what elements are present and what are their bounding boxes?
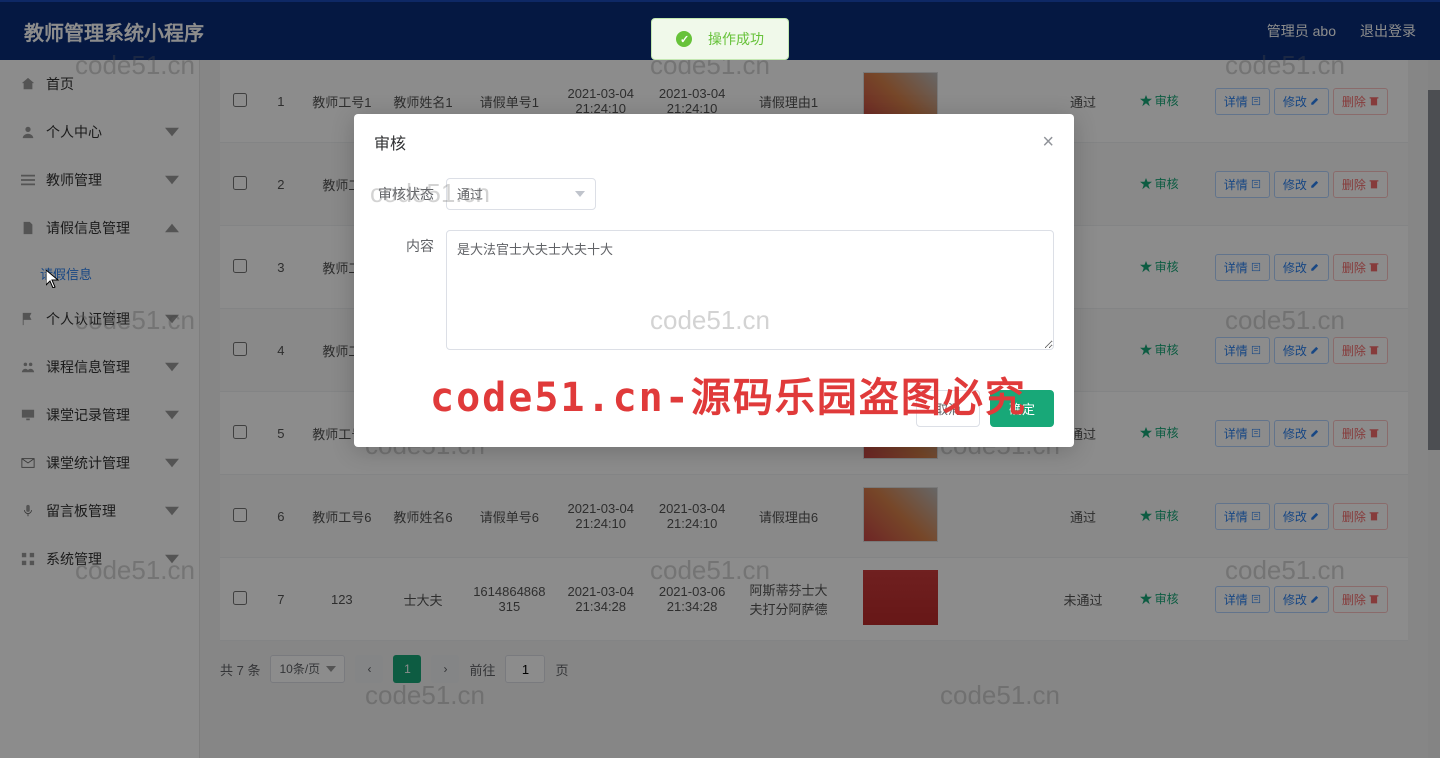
content-textarea[interactable]: 是大法官士大夫士大夫十大 (446, 230, 1054, 350)
status-label: 审核状态 (374, 178, 446, 210)
success-toast: 操作成功 (651, 18, 789, 60)
cursor-icon (46, 270, 60, 288)
confirm-button[interactable]: 确定 (990, 390, 1054, 427)
modal-close-button[interactable]: × (1042, 131, 1054, 154)
content-label: 内容 (374, 230, 446, 262)
modal-title: 审核 (374, 130, 406, 154)
cancel-button[interactable]: 取消 (916, 390, 980, 427)
audit-modal: 审核 × 审核状态 通过 内容 是大法官士大夫士大夫十大 取消 确定 (354, 114, 1074, 447)
status-select[interactable]: 通过 (446, 178, 596, 210)
